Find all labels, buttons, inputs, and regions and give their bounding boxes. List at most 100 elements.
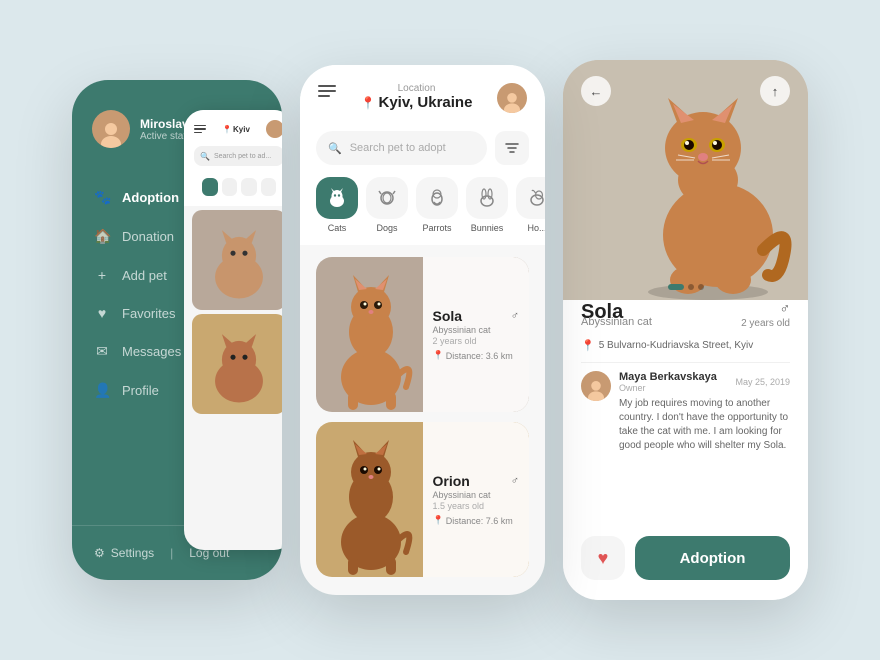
- dot-3: [698, 284, 704, 290]
- hamburger-menu-button[interactable]: [318, 83, 336, 97]
- home-icon: 🏠: [94, 228, 110, 245]
- header-avatar: [497, 83, 527, 113]
- share-button[interactable]: ↑: [760, 76, 790, 106]
- search-icon: 🔍: [328, 142, 342, 155]
- pet-card-sola[interactable]: Sola ♂ Abyssinian cat 2 years old 📍 Dist…: [316, 257, 529, 412]
- cats-icon-wrap: [316, 177, 358, 219]
- orion-age: 1.5 years old: [433, 501, 520, 511]
- detail-gender-age: ♂ 2 years old: [741, 300, 790, 329]
- category-dogs[interactable]: Dogs: [366, 177, 408, 233]
- user-avatar: [92, 110, 130, 148]
- filter-button[interactable]: [495, 131, 529, 165]
- share-icon: ↑: [772, 84, 779, 99]
- mini-pet-cards: [184, 206, 282, 418]
- bunnies-icon-wrap: [466, 177, 508, 219]
- mini-overlay-phone: 📍 Kyiv 🔍 Search pet to ad...: [184, 110, 282, 550]
- heart-icon: ♥: [94, 305, 110, 321]
- address-text: 5 Bulvarno-Kudriavska Street, Kyiv: [599, 340, 754, 351]
- dot-1: [668, 284, 684, 290]
- owner-section: Maya Berkavskaya Owner May 25, 2019 My j…: [581, 362, 790, 461]
- sola-gender: ♂: [511, 310, 519, 322]
- owner-role: Owner: [619, 383, 717, 393]
- sola-distance: 📍 Distance: 3.6 km: [433, 350, 520, 361]
- envelope-icon: ✉: [94, 343, 110, 360]
- dogs-label: Dogs: [376, 223, 397, 233]
- owner-name: Maya Berkavskaya: [619, 371, 717, 383]
- back-button[interactable]: ←: [581, 76, 611, 106]
- owner-info: Maya Berkavskaya Owner May 25, 2019 My j…: [619, 371, 790, 453]
- mini-menu-icon: [194, 125, 206, 134]
- nav-label-favorites: Favorites: [122, 306, 175, 321]
- footer-divider: |: [170, 546, 173, 560]
- orion-name-row: Orion ♂: [433, 473, 520, 489]
- search-bar: 🔍 Search pet to adopt: [300, 125, 545, 177]
- nav-label-messages: Messages: [122, 344, 181, 359]
- detail-image-area: ← ↑: [563, 60, 808, 300]
- settings-link[interactable]: ⚙ Settings: [94, 546, 154, 560]
- detail-age: 2 years old: [741, 318, 790, 329]
- pet-card-orion[interactable]: Orion ♂ Abyssinian cat 1.5 years old 📍 D…: [316, 422, 529, 577]
- detail-actions: ♥ Adoption: [581, 530, 790, 580]
- nav-label-profile: Profile: [122, 383, 159, 398]
- orion-distance: 📍 Distance: 7.6 km: [433, 515, 520, 526]
- mini-avatar: [266, 120, 282, 138]
- categories-row: Cats Dogs: [300, 177, 545, 245]
- favorite-button[interactable]: ♥: [581, 536, 625, 580]
- mini-cat-active: [202, 178, 218, 196]
- heart-favorite-icon: ♥: [598, 548, 609, 569]
- category-bunnies[interactable]: Bunnies: [466, 177, 508, 233]
- mini-categories: [194, 174, 282, 200]
- bunnies-label: Bunnies: [471, 223, 504, 233]
- settings-label: Settings: [111, 546, 154, 560]
- location-value: Kyiv, Ukraine: [379, 94, 473, 111]
- location-pin-icon: 📍: [361, 96, 376, 110]
- adoption-button[interactable]: Adoption: [635, 536, 790, 580]
- owner-message: My job requires moving to another countr…: [619, 397, 790, 453]
- mini-cat-3: [261, 178, 277, 196]
- category-cats[interactable]: Cats: [316, 177, 358, 233]
- paw-icon: 🐾: [94, 189, 110, 206]
- orion-gender: ♂: [511, 475, 519, 487]
- distance-pin-icon: 📍: [433, 350, 444, 361]
- address-pin-icon: 📍: [581, 339, 595, 352]
- owner-avatar: [581, 371, 611, 401]
- back-arrow-icon: ←: [590, 84, 603, 99]
- detail-gender-icon: ♂: [780, 300, 791, 316]
- nav-label-add-pet: Add pet: [122, 268, 167, 283]
- horses-icon-wrap: [516, 177, 545, 219]
- sola-age: 2 years old: [433, 336, 520, 346]
- user-icon: 👤: [94, 382, 110, 399]
- mini-location: 📍 Kyiv: [222, 125, 250, 134]
- search-placeholder: Search pet to adopt: [350, 142, 446, 154]
- header-location: Location 📍 Kyiv, Ukraine: [361, 83, 473, 111]
- mini-cat-1: [222, 178, 238, 196]
- horses-label: Ho...: [527, 223, 545, 233]
- category-parrots[interactable]: Parrots: [416, 177, 458, 233]
- cats-label: Cats: [328, 223, 347, 233]
- mini-overlay-header: 📍 Kyiv 🔍 Search pet to ad...: [184, 110, 282, 206]
- location-name: 📍 Kyiv, Ukraine: [361, 94, 473, 111]
- category-horses[interactable]: Ho...: [516, 177, 545, 233]
- detail-content: Sola Abyssinian cat ♂ 2 years old 📍 5 Bu…: [563, 280, 808, 600]
- mini-search-text: Search pet to ad...: [214, 153, 271, 160]
- owner-date: May 25, 2019: [735, 377, 790, 387]
- gear-icon: ⚙: [94, 546, 105, 560]
- orion-card-info: Orion ♂ Abyssinian cat 1.5 years old 📍 D…: [423, 422, 530, 577]
- sola-name-row: Sola ♂: [433, 308, 520, 324]
- mini-pet-card-1: [192, 210, 282, 310]
- search-input-wrap[interactable]: 🔍 Search pet to adopt: [316, 131, 487, 165]
- detail-left: Sola Abyssinian cat: [581, 301, 652, 328]
- detail-nav-top: ← ↑: [563, 60, 808, 122]
- detail-pet-name-row: Sola Abyssinian cat ♂ 2 years old: [581, 300, 790, 329]
- mini-cat-2: [241, 178, 257, 196]
- pet-detail-screen: ← ↑: [563, 60, 808, 600]
- parrots-icon-wrap: [416, 177, 458, 219]
- dogs-icon-wrap: [366, 177, 408, 219]
- sola-card-info: Sola ♂ Abyssinian cat 2 years old 📍 Dist…: [423, 257, 530, 412]
- sola-name: Sola: [433, 308, 463, 324]
- location-label: Location: [361, 83, 473, 94]
- sidebar-screen: Miroslava Savitskaya Active status 🐾 Ado…: [72, 80, 282, 580]
- nav-label-donation: Donation: [122, 229, 174, 244]
- detail-address: 📍 5 Bulvarno-Kudriavska Street, Kyiv: [581, 339, 790, 352]
- plus-icon: +: [94, 267, 110, 283]
